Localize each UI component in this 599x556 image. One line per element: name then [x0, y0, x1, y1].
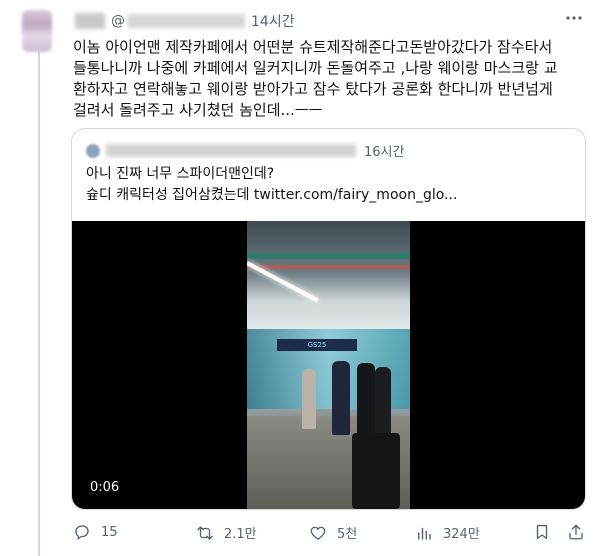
store-sign: GS25: [277, 339, 357, 351]
video-duration: 0:06: [90, 480, 120, 495]
quote-time: 16시간: [364, 145, 405, 160]
retweet-button[interactable]: 2.1만: [196, 523, 257, 542]
reply-icon: [75, 525, 89, 541]
ceiling-band: [247, 253, 410, 259]
person-figure: [302, 369, 316, 429]
quote-avatar: [86, 143, 100, 158]
quote-text: 아니 진짜 너무 스파이더맨인데? 슢디 캐릭터성 집어삼켰는데 twitter…: [86, 166, 458, 203]
retweet-count: 2.1만: [224, 527, 257, 542]
person-figure: [332, 361, 350, 435]
reply-button[interactable]: 15: [73, 523, 118, 541]
retweet-icon: [197, 525, 213, 540]
luggage: [352, 433, 400, 509]
tweet-time[interactable]: 14시간: [251, 11, 295, 31]
quote-tweet[interactable]: 16시간 아니 진짜 너무 스파이더맨인데? 슢디 캐릭터성 집어삼켰는데 tw…: [71, 128, 586, 510]
quote-header: 16시간: [86, 141, 404, 160]
reply-count: 15: [101, 524, 118, 540]
avatar[interactable]: [22, 10, 52, 52]
like-count: 5천: [337, 527, 358, 542]
like-button[interactable]: 5천: [309, 523, 357, 542]
video-player[interactable]: GS25 0:06: [72, 221, 585, 509]
handle-redacted[interactable]: [127, 14, 245, 28]
video-frame: GS25: [247, 221, 410, 509]
thread-line: [38, 50, 40, 556]
views-count: 324만: [443, 527, 480, 542]
more-icon[interactable]: [565, 12, 583, 24]
bookmark-icon[interactable]: [533, 523, 551, 541]
quote-name-redacted: [106, 144, 356, 157]
views-icon: [418, 527, 431, 540]
action-bar: 15 2.1만 5천 324만: [0, 518, 599, 546]
like-icon: [310, 526, 326, 540]
ceiling-band-red: [247, 265, 410, 269]
display-name-redacted[interactable]: [75, 13, 105, 29]
person-figure: [375, 367, 391, 441]
tweet-text: 이놈 아이언맨 제작카페에서 어떤분 슈트제작해준다고돈받아갔다가 잠수타서 들…: [73, 38, 558, 119]
handle-prefix: @: [111, 13, 125, 29]
views-button[interactable]: 324만: [415, 523, 480, 542]
person-figure: [357, 363, 375, 443]
tweet-header: @ 14시간: [75, 10, 295, 32]
share-icon[interactable]: [567, 523, 585, 541]
